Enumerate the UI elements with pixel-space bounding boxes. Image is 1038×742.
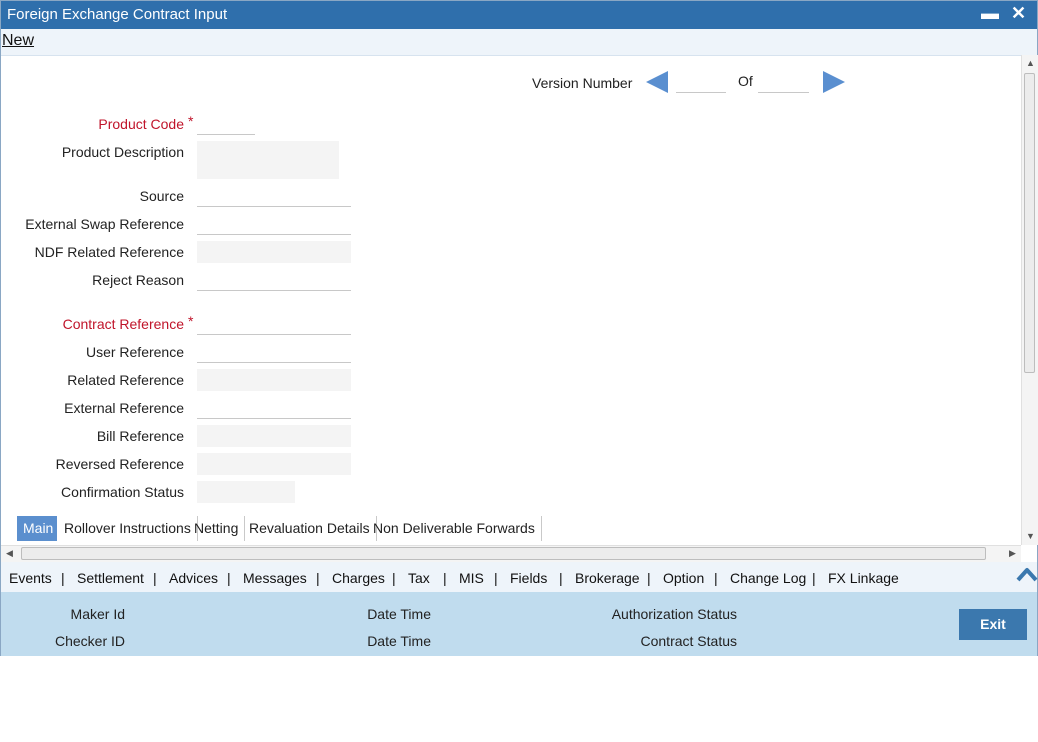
related-reference-label: Related Reference [67, 372, 184, 388]
maker-id-label: Maker Id [70, 606, 125, 622]
new-menu-item[interactable]: New [2, 32, 34, 50]
minimize-icon[interactable]: ▬ [981, 3, 999, 24]
link-separator: | [494, 570, 498, 586]
ndf-related-reference-field [197, 241, 351, 263]
confirmation-status-field [197, 481, 295, 503]
version-total-input[interactable] [758, 71, 809, 93]
vertical-scrollbar[interactable]: ▲ ▼ [1021, 55, 1038, 545]
contract-status-label: Contract Status [640, 633, 738, 649]
link-separator: | [559, 570, 563, 586]
link-separator: | [316, 570, 320, 586]
link-change-log[interactable]: Change Log [730, 570, 806, 586]
contract-reference-input[interactable] [197, 313, 351, 335]
product-code-required-marker: * [188, 113, 194, 129]
link-tax[interactable]: Tax [408, 570, 430, 586]
version-number-label: Version Number [532, 75, 633, 91]
link-separator: | [227, 570, 231, 586]
vertical-scroll-thumb[interactable] [1024, 73, 1035, 373]
link-separator: | [61, 570, 65, 586]
confirmation-status-label: Confirmation Status [61, 484, 184, 500]
link-brokerage[interactable]: Brokerage [575, 570, 640, 586]
contract-reference-required-marker: * [188, 313, 194, 329]
product-description-field [197, 141, 339, 179]
reject-reason-label: Reject Reason [92, 272, 184, 288]
main-form: Version Number Of Product Code * Product… [1, 55, 1021, 545]
scroll-up-icon[interactable]: ▲ [1026, 58, 1035, 68]
external-swap-reference-input[interactable] [197, 213, 351, 235]
link-separator: | [153, 570, 157, 586]
scroll-down-icon[interactable]: ▼ [1026, 531, 1035, 541]
next-version-icon[interactable] [823, 71, 845, 93]
external-swap-reference-label: External Swap Reference [25, 216, 184, 232]
external-reference-label: External Reference [64, 400, 184, 416]
link-settlement[interactable]: Settlement [77, 570, 144, 586]
source-label: Source [139, 188, 184, 204]
maker-date-time-label: Date Time [367, 606, 431, 622]
collapse-chevron-up-icon[interactable] [1016, 565, 1038, 583]
exit-button[interactable]: Exit [959, 609, 1027, 640]
related-reference-field [197, 369, 351, 391]
audit-footer: Maker Id Checker ID Date Time Date Time … [1, 592, 1037, 656]
tab-non-deliverable-forwards[interactable]: Non Deliverable Forwards [367, 516, 542, 541]
window-title: Foreign Exchange Contract Input [7, 6, 228, 23]
reversed-reference-label: Reversed Reference [55, 456, 184, 472]
link-separator: | [647, 570, 651, 586]
sub-screen-link-bar: Events | Settlement | Advices | Messages… [1, 562, 1037, 592]
menu-bar: New [1, 29, 1037, 56]
fx-contract-window: Foreign Exchange Contract Input ▬ ✕ New … [0, 0, 1038, 656]
authorization-status-label: Authorization Status [611, 606, 737, 622]
link-fields[interactable]: Fields [510, 570, 547, 586]
horizontal-scroll-thumb[interactable] [21, 547, 986, 560]
link-advices[interactable]: Advices [169, 570, 218, 586]
product-code-label: Product Code [98, 116, 184, 132]
link-separator: | [392, 570, 396, 586]
contract-reference-label: Contract Reference [62, 316, 184, 332]
user-reference-input[interactable] [197, 341, 351, 363]
scroll-right-icon[interactable]: ▶ [1009, 548, 1016, 559]
tab-netting[interactable]: Netting [188, 516, 246, 541]
version-current-input[interactable] [676, 71, 726, 93]
external-reference-input[interactable] [197, 397, 351, 419]
link-charges[interactable]: Charges [332, 570, 385, 586]
link-events[interactable]: Events [9, 570, 52, 586]
link-separator: | [714, 570, 718, 586]
reversed-reference-field [197, 453, 351, 475]
tab-main[interactable]: Main [17, 516, 57, 541]
link-mis[interactable]: MIS [459, 570, 484, 586]
bill-reference-field [197, 425, 351, 447]
bill-reference-label: Bill Reference [96, 428, 184, 444]
horizontal-scrollbar[interactable]: ◀ ▶ [1, 545, 1021, 562]
product-code-input[interactable] [197, 113, 255, 135]
ndf-related-reference-label: NDF Related Reference [34, 244, 184, 260]
source-input[interactable] [197, 185, 351, 207]
tab-rollover-instructions[interactable]: Rollover Instructions [58, 516, 198, 541]
link-fx-linkage[interactable]: FX Linkage [828, 570, 899, 586]
reject-reason-input[interactable] [197, 269, 351, 291]
checker-date-time-label: Date Time [367, 633, 431, 649]
link-separator: | [443, 570, 447, 586]
scroll-left-icon[interactable]: ◀ [6, 548, 13, 559]
version-of-label: Of [738, 73, 753, 89]
tab-revaluation-details[interactable]: Revaluation Details [243, 516, 377, 541]
checker-id-label: Checker ID [54, 633, 125, 649]
user-reference-label: User Reference [85, 344, 184, 360]
product-description-label: Product Description [61, 144, 184, 160]
link-separator: | [812, 570, 816, 586]
title-bar: Foreign Exchange Contract Input ▬ ✕ [1, 1, 1037, 29]
link-messages[interactable]: Messages [243, 570, 307, 586]
close-icon[interactable]: ✕ [1011, 3, 1026, 24]
previous-version-icon[interactable] [646, 71, 668, 93]
link-option[interactable]: Option [663, 570, 704, 586]
